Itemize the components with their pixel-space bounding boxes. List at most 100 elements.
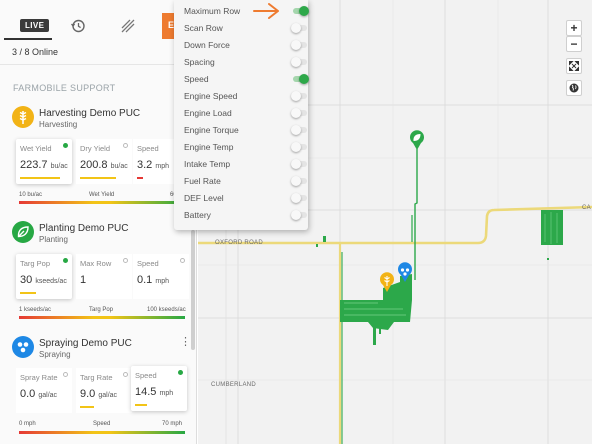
- metric-speed[interactable]: Speed 14.5 mph: [131, 366, 187, 411]
- toggle-switch[interactable]: [291, 193, 307, 203]
- fullscreen-icon: [569, 61, 579, 71]
- divider: [0, 64, 196, 65]
- metric-label: Targ Pop: [20, 259, 51, 268]
- metric-label: Speed: [137, 144, 159, 153]
- metric-selected-dot: [63, 143, 68, 148]
- zoom-in-button[interactable]: +: [566, 20, 582, 36]
- dropdown-item-speed[interactable]: Speed: [184, 71, 309, 88]
- metric-level-bar: [80, 177, 116, 179]
- metric-unselected-dot: [123, 372, 128, 377]
- metric-max-row[interactable]: Max Row 1: [76, 254, 132, 299]
- metric-level-bar: [20, 292, 36, 294]
- scale-max: 70 mph: [162, 421, 183, 427]
- metric-unselected-dot: [180, 258, 185, 263]
- zoom-out-button[interactable]: −: [566, 36, 582, 52]
- machine-type: Spraying: [39, 350, 71, 359]
- scale-max: 100 kseeds/ac: [147, 307, 186, 313]
- toggle-switch[interactable]: [291, 210, 307, 220]
- toggle-switch[interactable]: [291, 57, 307, 67]
- history-icon[interactable]: [70, 18, 86, 34]
- machine-type: Planting: [39, 235, 68, 244]
- globe-button[interactable]: [566, 80, 582, 96]
- toggle-switch[interactable]: [291, 23, 307, 33]
- online-count: 3 / 8 Online: [12, 47, 59, 57]
- metric-label: Speed: [135, 371, 157, 380]
- metric-wet-yield[interactable]: Wet Yield 223.7 bu/ac: [16, 139, 72, 184]
- metric-level-bar: [137, 177, 143, 179]
- metric-label: Wet Yield: [20, 144, 52, 153]
- metric-value: 1: [80, 274, 87, 286]
- color-scale-bar: [19, 431, 185, 434]
- panel-scrollbar[interactable]: [191, 230, 195, 350]
- toggle-switch[interactable]: [291, 176, 307, 186]
- toggle-switch[interactable]: [291, 159, 307, 169]
- metric-value: 0.0 gal/ac: [20, 388, 58, 400]
- spray-icon: [12, 336, 34, 358]
- toggle-switch[interactable]: [293, 74, 309, 84]
- machine-name[interactable]: Harvesting Demo PUC: [39, 108, 140, 119]
- more-options-icon[interactable]: ⋮: [180, 335, 191, 348]
- road-label: OXFORD ROAD: [215, 240, 263, 246]
- metric-targ-rate[interactable]: Targ Rate 9.0 gal/ac: [76, 368, 132, 413]
- dropdown-item-def-level[interactable]: DEF Level: [184, 190, 307, 207]
- metric-selected-dot: [178, 370, 183, 375]
- annotation-arrow-icon: [253, 3, 279, 19]
- scale-min: 0 mph: [19, 421, 36, 427]
- metric-label: Speed: [137, 259, 159, 268]
- metric-label: Max Row: [80, 259, 112, 268]
- dropdown-item-engine-torque[interactable]: Engine Torque: [184, 122, 307, 139]
- metric-speed[interactable]: Speed 0.1 mph: [133, 254, 189, 299]
- toggle-switch[interactable]: [293, 6, 309, 16]
- dropdown-item-down-force[interactable]: Down Force: [184, 37, 307, 54]
- scale-label: Speed: [93, 421, 111, 427]
- color-scale-bar: [19, 316, 185, 319]
- toggle-switch[interactable]: [291, 125, 307, 135]
- road-label: CUMBERLAND: [211, 382, 257, 388]
- machine-name[interactable]: Planting Demo PUC: [39, 223, 128, 234]
- dropdown-item-fuel-rate[interactable]: Fuel Rate: [184, 173, 307, 190]
- dropdown-item-spacing[interactable]: Spacing: [184, 54, 307, 71]
- machine-type: Harvesting: [39, 120, 78, 129]
- section-title: FARMOBILE SUPPORT: [13, 83, 116, 93]
- wheat-icon: [12, 106, 34, 128]
- live-tab[interactable]: LIVE: [20, 19, 50, 32]
- scale-label: Targ Pop: [89, 307, 114, 313]
- metric-level-bar: [135, 404, 147, 406]
- dropdown-item-engine-temp[interactable]: Engine Temp: [184, 139, 307, 156]
- dropdown-item-battery[interactable]: Battery: [184, 207, 307, 224]
- metric-unselected-dot: [123, 258, 128, 263]
- dropdown-item-maximum-row[interactable]: Maximum Row: [184, 3, 309, 20]
- metric-value: 9.0 gal/ac: [80, 388, 118, 400]
- metric-level-bar: [80, 406, 94, 408]
- metric-spray-rate[interactable]: Spray Rate 0.0 gal/ac: [16, 368, 72, 413]
- dropdown-item-engine-speed[interactable]: Engine Speed: [184, 88, 307, 105]
- metric-targ-pop[interactable]: Targ Pop 30 kseeds/ac: [16, 254, 72, 299]
- dropdown-item-scan-row[interactable]: Scan Row: [184, 20, 307, 37]
- toggle-switch[interactable]: [291, 91, 307, 101]
- toggle-switch[interactable]: [291, 108, 307, 118]
- active-tab-indicator: [4, 38, 52, 40]
- color-scale-bar: [19, 201, 185, 204]
- metric-dry-yield[interactable]: Dry Yield 200.8 bu/ac: [76, 139, 132, 184]
- metric-selected-dot: [63, 258, 68, 263]
- metric-label: Spray Rate: [20, 373, 58, 382]
- scale-min: 1 kseeds/ac: [19, 307, 52, 313]
- toggle-switch[interactable]: [291, 40, 307, 50]
- scale-label: Wet Yield: [89, 192, 115, 198]
- metric-level-bar: [20, 177, 60, 179]
- metric-value: 200.8 bu/ac: [80, 159, 128, 171]
- fullscreen-button[interactable]: [566, 58, 582, 74]
- metric-value: 223.7 bu/ac: [20, 159, 68, 171]
- leaf-icon: [12, 221, 34, 243]
- dropdown-item-engine-load[interactable]: Engine Load: [184, 105, 307, 122]
- metric-label: Targ Rate: [80, 373, 113, 382]
- field-boundary-icon[interactable]: [120, 18, 136, 34]
- metric-value: 14.5 mph: [135, 386, 174, 398]
- machine-name[interactable]: Spraying Demo PUC: [39, 338, 132, 349]
- fleet-panel: LIVE E 3 / 8 Online FARMOBILE SUPPORT Ha…: [0, 0, 197, 444]
- toggle-switch[interactable]: [291, 142, 307, 152]
- metric-value: 30 kseeds/ac: [20, 274, 67, 286]
- metric-value: 3.2 mph: [137, 159, 169, 171]
- dropdown-item-intake-temp[interactable]: Intake Temp: [184, 156, 307, 173]
- planting-machine-marker[interactable]: [410, 130, 424, 150]
